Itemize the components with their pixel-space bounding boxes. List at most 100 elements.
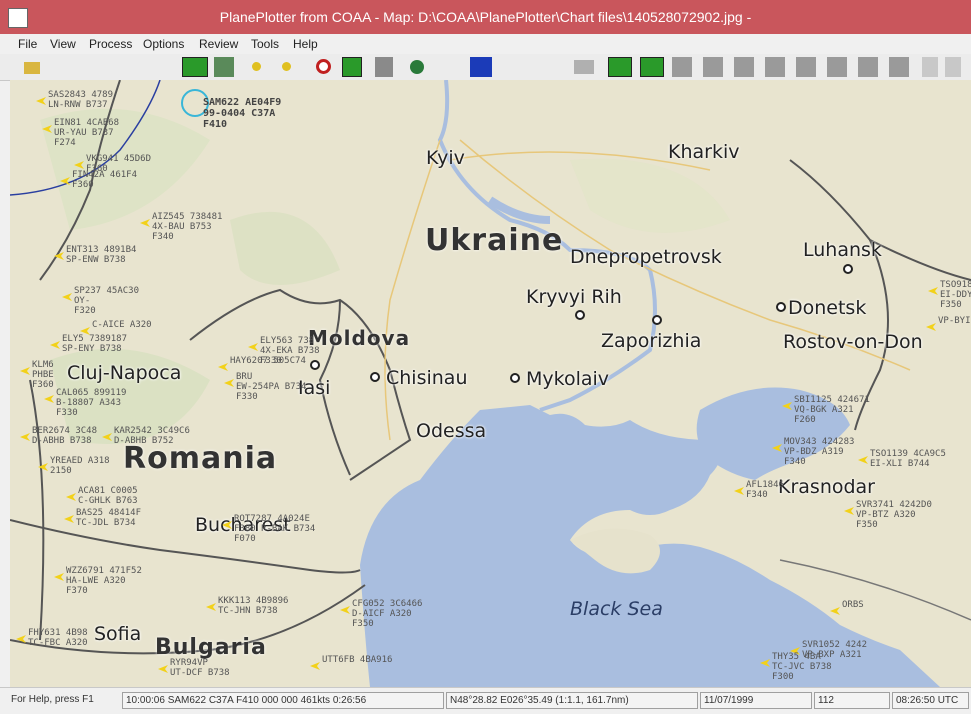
aircraft-label[interactable]: SBI1125 424671 VQ-BGK A321 F260 xyxy=(794,395,870,425)
map-view-icon[interactable] xyxy=(182,57,208,77)
aircraft-icon[interactable] xyxy=(790,642,800,655)
aircraft-label[interactable]: SP237 45AC30 OY- F320 xyxy=(74,286,139,316)
aircraft-label[interactable]: VP-BYI B735 xyxy=(938,316,971,326)
aircraft-icon[interactable] xyxy=(64,510,74,523)
aircraft-icon[interactable] xyxy=(60,172,70,185)
aircraft-label[interactable]: ORBS xyxy=(842,600,864,610)
aircraft-icon[interactable] xyxy=(928,282,938,295)
aircraft-label[interactable]: FHY631 4B98 TC-FBC A320 xyxy=(28,628,88,648)
target-icon[interactable] xyxy=(316,59,331,74)
aircraft-label[interactable]: TSO1139 4CA9C5 EI-XLI B744 xyxy=(870,449,946,469)
aircraft-label[interactable]: ENT313 4891B4 SP-ENW B738 xyxy=(66,245,136,265)
grey-button-3[interactable] xyxy=(734,57,754,77)
aircraft-label[interactable]: BAS25 48414F TC-JDL B734 xyxy=(76,508,141,528)
aircraft-icon[interactable] xyxy=(16,630,26,643)
aircraft-icon[interactable] xyxy=(734,482,744,495)
aircraft-icon[interactable] xyxy=(62,288,72,301)
menu-tools[interactable]: Tools xyxy=(251,37,279,51)
aircraft-icon[interactable] xyxy=(844,502,854,515)
aircraft-icon[interactable] xyxy=(206,598,216,611)
chart-icon-2[interactable] xyxy=(640,57,664,77)
aircraft-label[interactable]: KLM6 PHBE F360 xyxy=(32,360,54,390)
aircraft-icon[interactable] xyxy=(140,214,150,227)
grey-button-6[interactable] xyxy=(827,57,847,77)
aircraft-label[interactable]: BRU EW-254PA B734 F330 xyxy=(236,372,306,402)
aircraft-icon[interactable] xyxy=(222,516,232,529)
aircraft-icon[interactable] xyxy=(830,602,840,615)
menu-options[interactable]: Options xyxy=(143,37,184,51)
aircraft-label[interactable]: ELY5 7389187 SP-ENY B738 xyxy=(62,334,127,354)
yellow-dot-icon-2[interactable] xyxy=(282,62,291,71)
aircraft-label[interactable]: RYR94VP UT-DCF B738 xyxy=(170,658,230,678)
chart-icon-1[interactable] xyxy=(608,57,632,77)
grey-button-10[interactable] xyxy=(945,57,961,77)
aircraft-icon[interactable] xyxy=(858,451,868,464)
aircraft-icon[interactable] xyxy=(782,397,792,410)
aircraft-label[interactable]: THY35 4BA TC-JVC B738 F300 xyxy=(772,652,832,682)
selected-aircraft-label[interactable]: SAM622 AE04F9 99-0404 C37A F410 xyxy=(203,97,281,130)
grey-button-2[interactable] xyxy=(703,57,723,77)
aircraft-icon[interactable] xyxy=(248,338,258,351)
aircraft-label[interactable]: CAL065 899119 B-18807 A343 F330 xyxy=(56,388,126,418)
aircraft-label[interactable]: HAY6207 505C74 xyxy=(230,356,306,366)
aircraft-icon[interactable] xyxy=(772,439,782,452)
aircraft-label[interactable]: SVR3741 4242D0 VP-BTZ A320 F350 xyxy=(856,500,932,530)
aircraft-label[interactable]: ACA81 C0005 C-GHLK B763 xyxy=(78,486,138,506)
aircraft-icon[interactable] xyxy=(44,390,54,403)
aircraft-icon[interactable] xyxy=(42,120,52,133)
aircraft-icon[interactable] xyxy=(80,322,90,335)
aircraft-icon[interactable] xyxy=(54,247,64,260)
aircraft-icon[interactable] xyxy=(20,428,30,441)
menu-review[interactable]: Review xyxy=(199,37,238,51)
grey-button-5[interactable] xyxy=(796,57,816,77)
aircraft-label[interactable]: FIN42A 461F4 F360 xyxy=(72,170,137,190)
aircraft-icon[interactable] xyxy=(760,654,770,667)
aircraft-icon[interactable] xyxy=(310,657,320,670)
grey-button-7[interactable] xyxy=(858,57,878,77)
aircraft-label[interactable]: KKK113 4B9896 TC-JHN B738 xyxy=(218,596,288,616)
aircraft-icon[interactable] xyxy=(102,428,112,441)
aircraft-icon[interactable] xyxy=(50,336,60,349)
aircraft-icon[interactable] xyxy=(158,660,168,673)
aircraft-icon[interactable] xyxy=(66,488,76,501)
grey-button-9[interactable] xyxy=(922,57,938,77)
aircraft-icon[interactable] xyxy=(54,568,64,581)
menu-process[interactable]: Process xyxy=(89,37,132,51)
aircraft-label[interactable]: CFG052 3C6466 D-AICF A320 F350 xyxy=(352,599,422,629)
aircraft-icon[interactable] xyxy=(36,92,46,105)
aircraft-icon[interactable] xyxy=(224,374,234,387)
globe-icon[interactable] xyxy=(410,60,424,74)
grey-button-4[interactable] xyxy=(765,57,785,77)
grey-button-8[interactable] xyxy=(889,57,909,77)
radar-icon[interactable] xyxy=(574,60,594,74)
yellow-dot-icon[interactable] xyxy=(252,62,261,71)
aircraft-icon[interactable] xyxy=(74,156,84,169)
aircraft-label[interactable]: EIN81 4CAE68 UR-YAU B737 F274 xyxy=(54,118,119,148)
menu-view[interactable]: View xyxy=(50,37,76,51)
open-folder-icon[interactable] xyxy=(24,62,40,74)
tools-icon[interactable] xyxy=(375,57,393,77)
aircraft-icon[interactable] xyxy=(38,458,48,471)
aircraft-icon[interactable] xyxy=(340,601,350,614)
grey-button-1[interactable] xyxy=(672,57,692,77)
aircraft-label[interactable]: BER2674 3C48 D-ABHB B738 xyxy=(32,426,97,446)
map-view[interactable]: Ukraine Romania Bulgaria Moldova Black S… xyxy=(10,80,971,687)
aircraft-label[interactable]: AFL1846 F340 xyxy=(746,480,784,500)
aircraft-label[interactable]: YREAED A318 2150 xyxy=(50,456,110,476)
aircraft-label[interactable]: MOV343 424283 VP-BDZ A319 F340 xyxy=(784,437,854,467)
aircraft-label[interactable]: KAR2542 3C49C6 D-ABHB B752 xyxy=(114,426,190,446)
aircraft-label[interactable]: SAS2843 4789 LN-RNW B737 xyxy=(48,90,113,110)
aircraft-label[interactable]: AIZ545 738481 4X-BAU B753 F340 xyxy=(152,212,222,242)
aircraft-icon[interactable] xyxy=(20,362,30,375)
aircraft-label[interactable]: ROT7287 4A024E F380 R-BAK B734 F070 xyxy=(234,514,315,544)
menu-file[interactable]: File xyxy=(18,37,37,51)
route-icon[interactable] xyxy=(214,57,234,77)
aircraft-label[interactable]: C-AICE A320 xyxy=(92,320,152,330)
aircraft-icon[interactable] xyxy=(926,318,936,331)
aircraft-label[interactable]: TSO9187 4CA EI-DDY B734 F350 xyxy=(940,280,971,310)
aircraft-icon[interactable] xyxy=(218,358,228,371)
wrench-green-icon[interactable] xyxy=(342,57,362,77)
aircraft-label[interactable]: WZZ6791 471F52 HA-LWE A320 F370 xyxy=(66,566,142,596)
pen-icon[interactable] xyxy=(470,57,492,77)
menu-help[interactable]: Help xyxy=(293,37,318,51)
